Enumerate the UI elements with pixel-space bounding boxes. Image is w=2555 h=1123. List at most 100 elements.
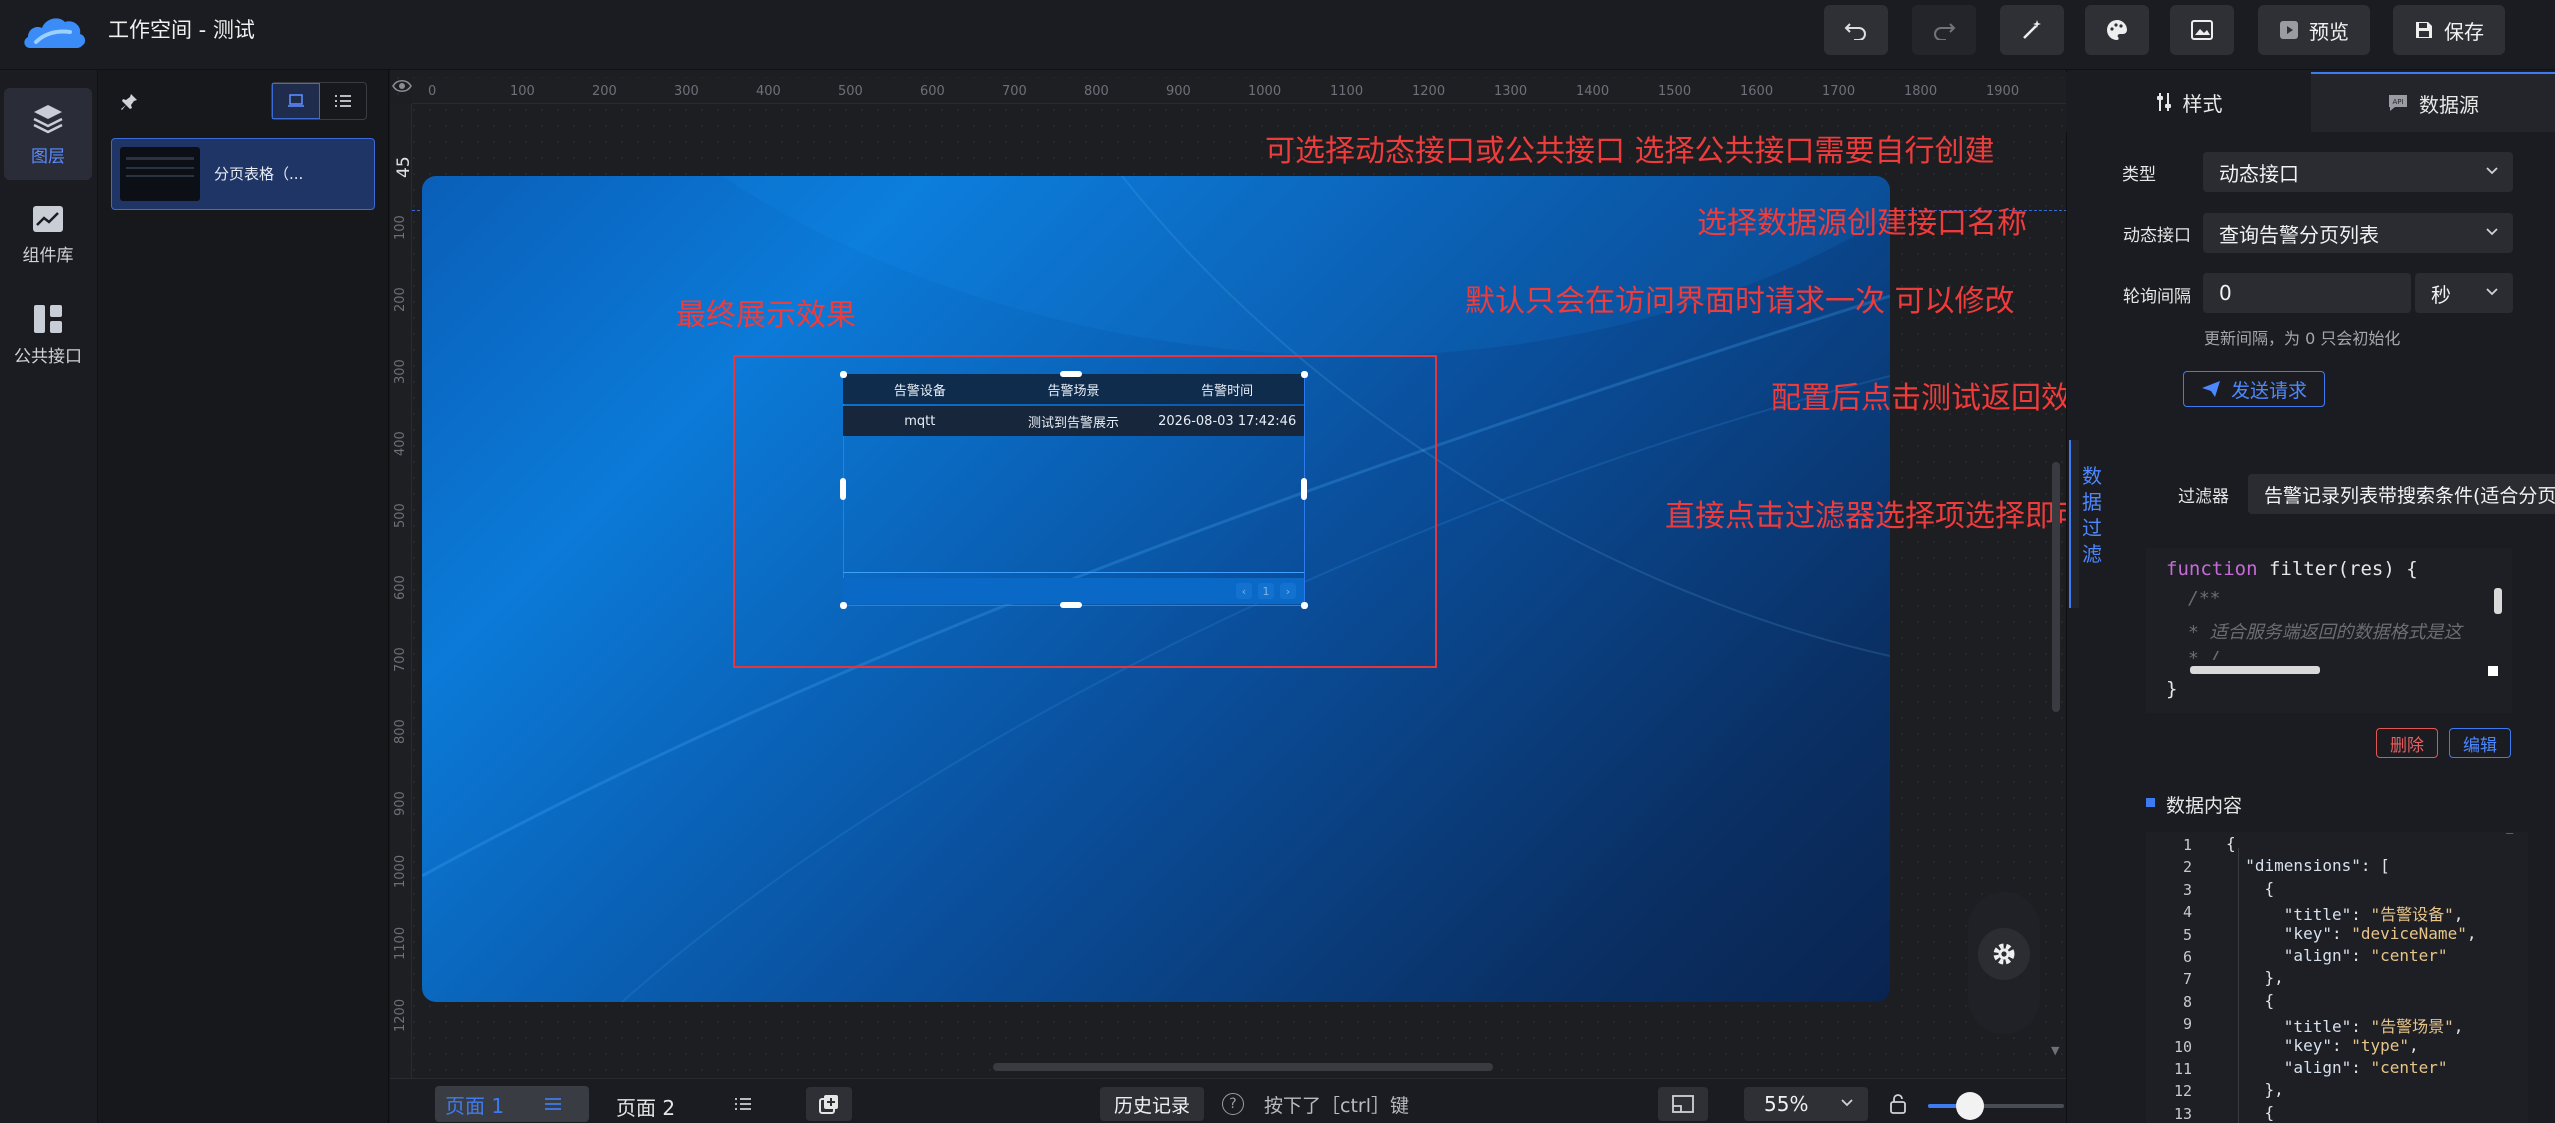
json-line: { <box>2226 1102 2275 1122</box>
list-view-button[interactable] <box>320 83 366 119</box>
ruler-h-tick: 1900 <box>1986 84 2020 99</box>
json-line: "align": "center" <box>2283 1058 2448 1077</box>
send-request-label: 发送请求 <box>2230 379 2307 402</box>
json-line: { <box>2226 878 2275 898</box>
redo-button[interactable] <box>1912 5 1976 55</box>
ruler-h-tick: 1400 <box>1576 84 1610 99</box>
line-number: 10 <box>2173 1037 2192 1056</box>
undo-icon <box>1844 20 1868 40</box>
pin-icon[interactable] <box>119 92 139 112</box>
ruler-h-tick: 300 <box>674 84 699 99</box>
line-number: 8 <box>2182 992 2192 1011</box>
edit-filter-button[interactable]: 编辑 <box>2449 728 2511 758</box>
theme-button[interactable] <box>2085 5 2149 55</box>
ruler-h-tick: 1600 <box>1740 84 1774 99</box>
cloud-logo-icon <box>22 10 88 58</box>
json-line: "key": "deviceName", <box>2283 923 2477 943</box>
poll-interval-input[interactable]: 0 <box>2203 273 2411 313</box>
json-line: "align": "center" <box>2283 946 2448 965</box>
tab-datasource[interactable]: API 数据源 <box>2311 72 2555 132</box>
history-button[interactable]: 历史记录 <box>1100 1087 1204 1121</box>
ruler-h-tick: 1700 <box>1822 84 1856 99</box>
line-number: 2 <box>2182 858 2192 877</box>
magic-wand-icon <box>2020 18 2044 42</box>
laptop-icon <box>287 94 305 108</box>
code-horizontal-scroll[interactable] <box>2190 666 2320 674</box>
chevron-down-icon <box>2485 166 2499 176</box>
thumbnail-view-button[interactable] <box>272 83 320 119</box>
save-icon <box>2414 20 2434 40</box>
filter-code-preview: function filter(res) { /** * 适合服务端返回的数据格… <box>2146 548 2512 713</box>
lock-icon[interactable] <box>1888 1093 1908 1115</box>
canvas-settings-button[interactable] <box>1978 928 2030 980</box>
annotation-final-effect: 最终展示效果 <box>676 298 856 333</box>
preview-button[interactable]: 预览 <box>2258 5 2370 55</box>
interface-label: 动态接口 <box>2123 226 2191 246</box>
type-select[interactable]: 动态接口 <box>2203 152 2513 192</box>
rail-item-component-library[interactable]: 组件库 <box>4 188 92 280</box>
canvas-tools-capsule <box>1968 892 2040 1034</box>
fold-icon[interactable]: ‾ <box>2506 832 2513 846</box>
json-data-viewer[interactable]: 1 {2 "dimensions": [3 {4 "title": "告警设备",… <box>2146 832 2528 1123</box>
ruler-h-tick: 1200 <box>1412 84 1446 99</box>
list-icon <box>334 94 352 108</box>
tab-style[interactable]: 样式 <box>2066 72 2311 132</box>
side-tab-data-filter[interactable]: 数据过滤 <box>2078 463 2106 567</box>
page-tab-1[interactable]: 页面 1 <box>435 1086 589 1122</box>
ruler-h-tick: 1300 <box>1494 84 1528 99</box>
filter-value: 告警记录列表带搜索条件(适合分页) <box>2264 484 2555 507</box>
chevron-down-icon <box>2485 287 2499 297</box>
code-comment: * / <box>2188 648 2221 660</box>
interface-select[interactable]: 查询告警分页列表 <box>2203 213 2513 253</box>
tab-label: 数据源 <box>2419 92 2479 117</box>
poll-interval-value: 0 <box>2219 281 2232 305</box>
add-page-button[interactable] <box>806 1087 852 1121</box>
line-number: 1 <box>2182 836 2192 854</box>
code-vertical-scroll[interactable] <box>2494 588 2502 614</box>
workspace-title: 工作空间 - 测试 <box>108 18 255 42</box>
page-list-icon[interactable] <box>734 1097 752 1111</box>
ruler-h-tick: 200 <box>592 84 617 99</box>
filter-select[interactable]: 告警记录列表带搜索条件(适合分页) <box>2248 474 2555 514</box>
ruler-v-tick: 700 <box>393 647 408 672</box>
line-number: 6 <box>2182 948 2192 966</box>
delete-filter-button[interactable]: 删除 <box>2376 728 2438 758</box>
ruler-h-tick: 900 <box>1166 84 1191 99</box>
annotation-filter-hint: 直接点击过滤器选择项选择即可 <box>1665 499 2085 534</box>
api-chat-icon: API <box>2387 93 2409 113</box>
chart-library-icon <box>31 203 65 235</box>
undo-button[interactable] <box>1824 5 1888 55</box>
horizontal-scrollbar[interactable] <box>993 1063 1493 1071</box>
screenshot-button[interactable] <box>2170 5 2234 55</box>
line-number: 11 <box>2173 1060 2192 1078</box>
zoom-slider-thumb[interactable] <box>1956 1092 1984 1120</box>
line-number: 5 <box>2182 925 2192 944</box>
save-button[interactable]: 保存 <box>2393 5 2505 55</box>
grid-api-icon <box>31 302 65 336</box>
save-label: 保存 <box>2444 19 2484 44</box>
ruler-v-tick: 400 <box>393 431 408 456</box>
zoom-select[interactable]: 55% <box>1744 1087 1868 1121</box>
minimap-toggle[interactable] <box>1658 1087 1708 1121</box>
zoom-slider[interactable] <box>1928 1092 2064 1120</box>
play-icon <box>2279 20 2299 40</box>
send-request-button[interactable]: 发送请求 <box>2183 371 2325 407</box>
eye-icon[interactable] <box>392 78 412 94</box>
vertical-scrollbar[interactable] <box>2052 462 2060 712</box>
poll-unit-select[interactable]: 秒 <box>2415 273 2513 313</box>
ruler-h-tick: 1500 <box>1658 84 1692 99</box>
help-icon[interactable]: ? <box>1222 1093 1244 1115</box>
scroll-down-icon[interactable]: ▼ <box>2051 1044 2059 1057</box>
panel-layout-icon <box>1671 1094 1695 1114</box>
page-tab-2[interactable]: 页面 2 <box>616 1092 675 1121</box>
magic-wand-button[interactable] <box>2000 5 2064 55</box>
rail-item-public-api[interactable]: 公共接口 <box>4 288 92 380</box>
layer-item[interactable]: 分页表格（... <box>111 138 375 210</box>
sliders-icon <box>2155 91 2173 113</box>
ruler-v-tick: 1100 <box>393 926 408 960</box>
rail-item-layers[interactable]: 图层 <box>4 88 92 180</box>
page-menu-icon[interactable] <box>544 1097 562 1111</box>
code-signature: filter(res) { <box>2268 558 2418 580</box>
ruler-h-tick: 1100 <box>1330 84 1364 99</box>
redo-icon <box>1932 20 1956 40</box>
